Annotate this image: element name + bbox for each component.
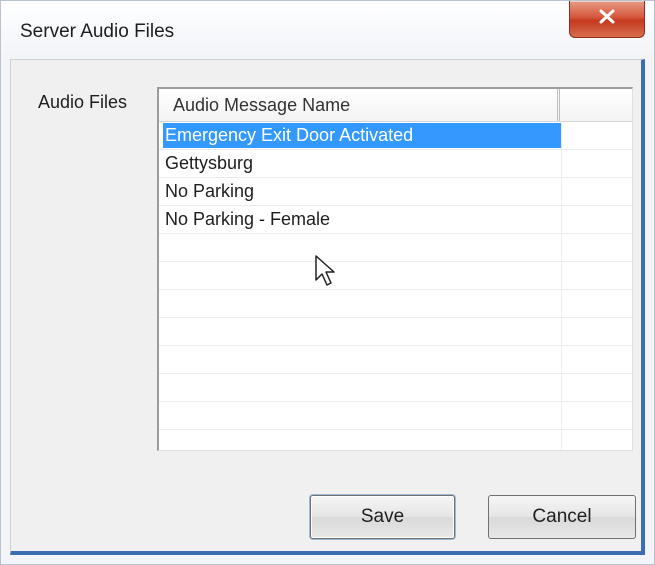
window-title: Server Audio Files — [20, 21, 175, 42]
list-item[interactable]: Emergency Exit Door Activated — [159, 122, 632, 150]
column-header-label: Audio Message Name — [173, 95, 351, 115]
empty-row — [159, 430, 632, 450]
empty-row — [159, 290, 632, 318]
cancel-button[interactable]: Cancel — [488, 495, 636, 539]
save-button[interactable]: Save — [310, 495, 455, 539]
close-x-icon — [599, 9, 615, 24]
empty-row — [159, 374, 632, 402]
close-button[interactable] — [569, 1, 645, 38]
list-rows: Emergency Exit Door Activated Gettysburg… — [159, 122, 632, 450]
audio-files-list[interactable]: Audio Message Name Emergency Exit Door A… — [157, 87, 633, 451]
empty-row — [159, 262, 632, 290]
list-item-label: No Parking - Female — [165, 209, 331, 229]
empty-row — [159, 318, 632, 346]
empty-row — [159, 234, 632, 262]
list-item[interactable]: No Parking — [159, 178, 632, 206]
title-bar[interactable]: Server Audio Files — [1, 1, 654, 59]
empty-row — [159, 402, 632, 430]
audio-files-label: Audio Files — [38, 92, 128, 112]
empty-row — [159, 346, 632, 374]
list-item[interactable]: Gettysburg — [159, 150, 632, 178]
list-header: Audio Message Name — [159, 89, 632, 122]
mouse-pointer-icon — [315, 255, 335, 286]
column-header-audio-message-name[interactable]: Audio Message Name — [159, 89, 560, 121]
list-item-label: Emergency Exit Door Activated — [165, 125, 414, 145]
list-item-label: Gettysburg — [165, 153, 254, 173]
list-item[interactable]: No Parking - Female — [159, 206, 632, 234]
column-header-blank[interactable] — [563, 89, 632, 121]
list-item-label: No Parking — [165, 181, 255, 201]
